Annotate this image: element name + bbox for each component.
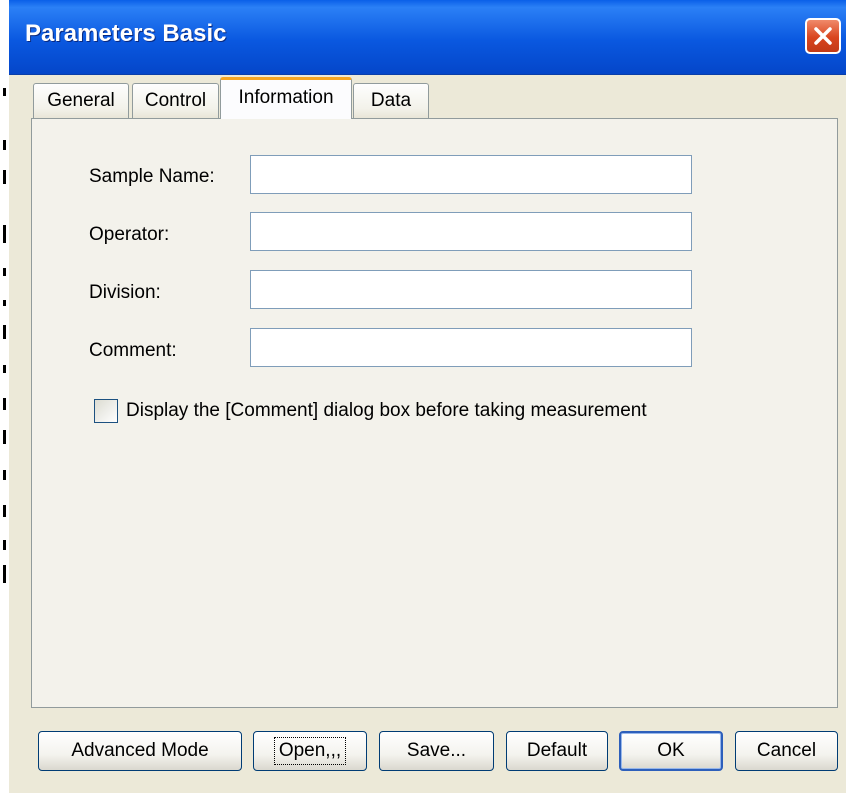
ok-button[interactable]: OK (619, 731, 723, 771)
window-title: Parameters Basic (25, 20, 227, 47)
tab-control[interactable]: Control (132, 83, 219, 119)
display-comment-checkbox[interactable] (94, 399, 118, 423)
operator-label: Operator: (89, 224, 170, 245)
advanced-mode-button[interactable]: Advanced Mode (38, 731, 242, 771)
tab-general-label: General (47, 90, 115, 111)
operator-input[interactable] (250, 212, 692, 251)
tab-data[interactable]: Data (353, 83, 429, 119)
cancel-button[interactable]: Cancel (735, 731, 838, 771)
display-comment-checkbox-label[interactable]: Display the [Comment] dialog box before … (126, 400, 647, 422)
tab-control-label: Control (144, 90, 207, 111)
save-button[interactable]: Save... (379, 731, 494, 771)
sample-name-input[interactable] (250, 155, 692, 194)
close-button[interactable] (805, 18, 841, 54)
open-button-label: Open,,, (273, 737, 347, 765)
cancel-button-label: Cancel (756, 740, 817, 761)
close-icon (814, 27, 832, 45)
ok-button-label: OK (657, 740, 685, 761)
tab-information-label: Information (238, 87, 334, 108)
tab-general[interactable]: General (33, 83, 129, 119)
tab-data-label: Data (370, 90, 412, 111)
dialog-body: General Control Information Data Sample … (9, 75, 846, 793)
title-bar[interactable]: Parameters Basic (9, 0, 846, 75)
information-tab-panel: Sample Name: Operator: Division: Comment… (31, 118, 838, 708)
save-button-label: Save... (406, 740, 467, 761)
division-label: Division: (89, 282, 161, 303)
default-button-label: Default (526, 740, 588, 761)
comment-label: Comment: (89, 340, 177, 361)
open-button[interactable]: Open,,, (253, 731, 367, 771)
division-input[interactable] (250, 270, 692, 309)
comment-input[interactable] (250, 328, 692, 367)
default-button[interactable]: Default (506, 731, 608, 771)
advanced-mode-button-label: Advanced Mode (71, 740, 209, 761)
sample-name-label: Sample Name: (89, 166, 215, 187)
tab-information[interactable]: Information (220, 77, 352, 119)
